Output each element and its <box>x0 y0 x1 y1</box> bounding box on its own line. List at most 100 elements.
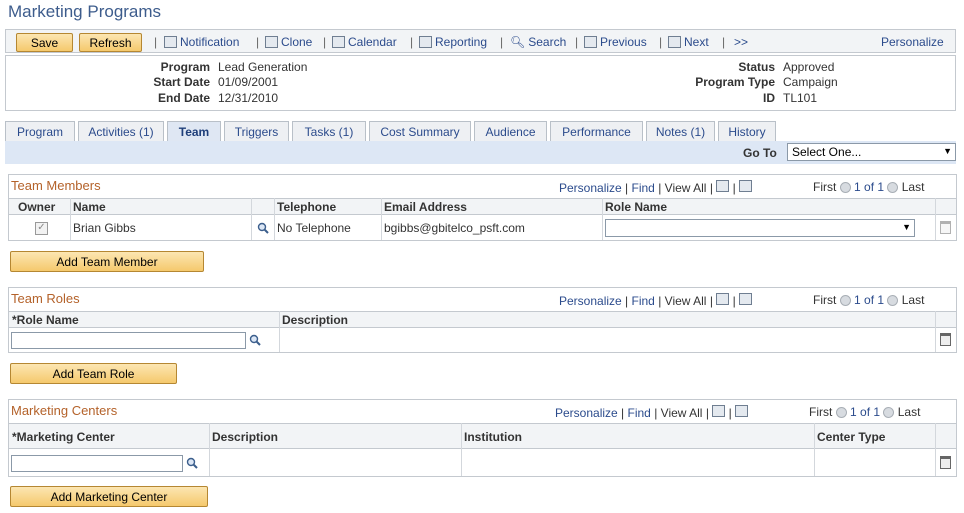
search-icon[interactable] <box>186 457 198 469</box>
add-team-role-button[interactable]: Add Team Role <box>10 363 177 384</box>
save-button[interactable]: Save <box>16 33 73 52</box>
program-value: Lead Generation <box>218 60 308 74</box>
chevron-down-icon: ▼ <box>902 222 911 232</box>
personalize-link[interactable]: Personalize <box>559 181 622 195</box>
owner-checkbox[interactable]: ✓ <box>35 222 48 235</box>
program-type-value: Campaign <box>783 75 838 89</box>
refresh-button[interactable]: Refresh <box>79 33 142 52</box>
zoom-icon[interactable] <box>712 405 726 417</box>
personalize-link[interactable]: Personalize <box>555 406 618 420</box>
tab-performance[interactable]: Performance <box>550 121 643 142</box>
calendar-icon <box>332 36 345 48</box>
find-link[interactable]: Find <box>632 294 655 308</box>
page-title: Marketing Programs <box>8 2 162 21</box>
toolbar-separator: | <box>154 35 158 49</box>
owner-header: Owner <box>18 200 56 214</box>
delete-row-icon[interactable] <box>940 221 951 234</box>
tab-bar: Program Activities (1) Team Triggers Tas… <box>5 121 956 142</box>
email-header: Email Address <box>384 200 467 214</box>
tab-notes[interactable]: Notes (1) <box>646 121 715 142</box>
previous-row-icon[interactable] <box>839 295 851 307</box>
search-icon[interactable] <box>249 334 261 346</box>
end-date-label: End Date <box>157 91 210 105</box>
more-button[interactable]: >> <box>734 35 748 49</box>
notification-icon <box>164 36 177 48</box>
clone-button[interactable]: Clone <box>265 35 312 49</box>
marketing-centers-grid: Marketing Centers Personalize | Find | V… <box>8 399 957 477</box>
team-members-header: Owner Name Telephone Email Address Role … <box>9 198 956 215</box>
grid-pager: First 1 of 1 Last <box>809 405 921 419</box>
delete-row-icon[interactable] <box>940 333 951 346</box>
next-row-icon[interactable] <box>887 182 899 194</box>
previous-icon <box>584 36 597 48</box>
calendar-button[interactable]: Calendar <box>332 35 397 49</box>
clone-icon <box>265 36 278 48</box>
reporting-button[interactable]: Reporting <box>419 35 487 49</box>
add-team-member-button[interactable]: Add Team Member <box>10 251 204 272</box>
search-icon[interactable] <box>257 222 269 234</box>
view-all-link[interactable]: View All <box>665 181 707 195</box>
next-row-icon[interactable] <box>887 295 899 307</box>
reporting-icon <box>419 36 432 48</box>
tab-triggers[interactable]: Triggers <box>224 121 289 142</box>
tab-activities[interactable]: Activities (1) <box>78 121 164 142</box>
zoom-icon[interactable] <box>716 180 730 192</box>
notification-button[interactable]: Notification <box>164 35 239 49</box>
previous-row-icon[interactable] <box>835 407 847 419</box>
team-members-grid: Team Members Personalize | Find | View A… <box>8 174 957 241</box>
role-name-header: Role Name <box>605 200 668 214</box>
grid-nav: Personalize | Find | View All | | <box>555 405 749 420</box>
team-roles-grid: Team Roles Personalize | Find | View All… <box>8 287 957 353</box>
download-icon[interactable] <box>739 180 753 192</box>
role-name-select[interactable]: ▼ <box>605 219 915 237</box>
description-header: Description <box>282 313 349 327</box>
search-button[interactable]: 🔍︎ Search <box>510 35 566 49</box>
find-link[interactable]: Find <box>632 181 655 195</box>
tab-cost-summary[interactable]: Cost Summary <box>369 121 471 142</box>
marketing-center-input[interactable] <box>11 455 183 472</box>
name-header: Name <box>73 200 106 214</box>
download-icon[interactable] <box>739 293 753 305</box>
member-name: Brian Gibbs <box>73 221 136 235</box>
id-value: TL101 <box>783 91 818 105</box>
delete-row-icon[interactable] <box>940 456 951 469</box>
tab-history[interactable]: History <box>718 121 776 142</box>
tab-program[interactable]: Program <box>5 121 75 142</box>
view-all-link[interactable]: View All <box>661 406 703 420</box>
previous-button[interactable]: Previous <box>584 35 647 49</box>
grid-pager: First 1 of 1 Last <box>813 293 925 307</box>
role-name-input[interactable] <box>11 332 246 349</box>
member-email: bgibbs@gbitelco_psft.com <box>384 221 525 235</box>
start-date-value: 01/09/2001 <box>218 75 279 89</box>
personalize-link[interactable]: Personalize <box>881 35 944 49</box>
add-marketing-center-button[interactable]: Add Marketing Center <box>10 486 208 507</box>
telephone-header: Telephone <box>277 200 337 214</box>
zoom-icon[interactable] <box>716 293 730 305</box>
status-label: Status <box>738 60 775 74</box>
goto-select[interactable]: Select One... ▼ <box>787 143 956 161</box>
id-label: ID <box>763 91 775 105</box>
team-members-title: Team Members <box>11 178 101 193</box>
goto-bar: Go To Select One... ▼ <box>5 141 956 164</box>
download-icon[interactable] <box>735 405 749 417</box>
grid-nav: Personalize | Find | View All | | <box>559 180 753 195</box>
start-date-label: Start Date <box>153 75 210 89</box>
previous-row-icon[interactable] <box>839 182 851 194</box>
institution-header: Institution <box>464 430 522 444</box>
find-link[interactable]: Find <box>628 406 651 420</box>
view-all-link[interactable]: View All <box>665 294 707 308</box>
chevron-down-icon: ▼ <box>943 146 952 156</box>
marketing-centers-title: Marketing Centers <box>11 403 118 418</box>
next-row-icon[interactable] <box>883 407 895 419</box>
table-row <box>9 329 956 352</box>
personalize-link[interactable]: Personalize <box>559 294 622 308</box>
member-telephone: No Telephone <box>277 221 351 235</box>
team-roles-header: *Role Name Description <box>9 311 956 328</box>
tab-audience[interactable]: Audience <box>474 121 547 142</box>
tab-team[interactable]: Team <box>167 121 221 142</box>
status-value: Approved <box>783 60 835 74</box>
next-button[interactable]: Next <box>668 35 709 49</box>
toolbar: Save Refresh | Notification | Clone | Ca… <box>5 29 956 53</box>
next-icon <box>668 36 681 48</box>
tab-tasks[interactable]: Tasks (1) <box>292 121 366 142</box>
